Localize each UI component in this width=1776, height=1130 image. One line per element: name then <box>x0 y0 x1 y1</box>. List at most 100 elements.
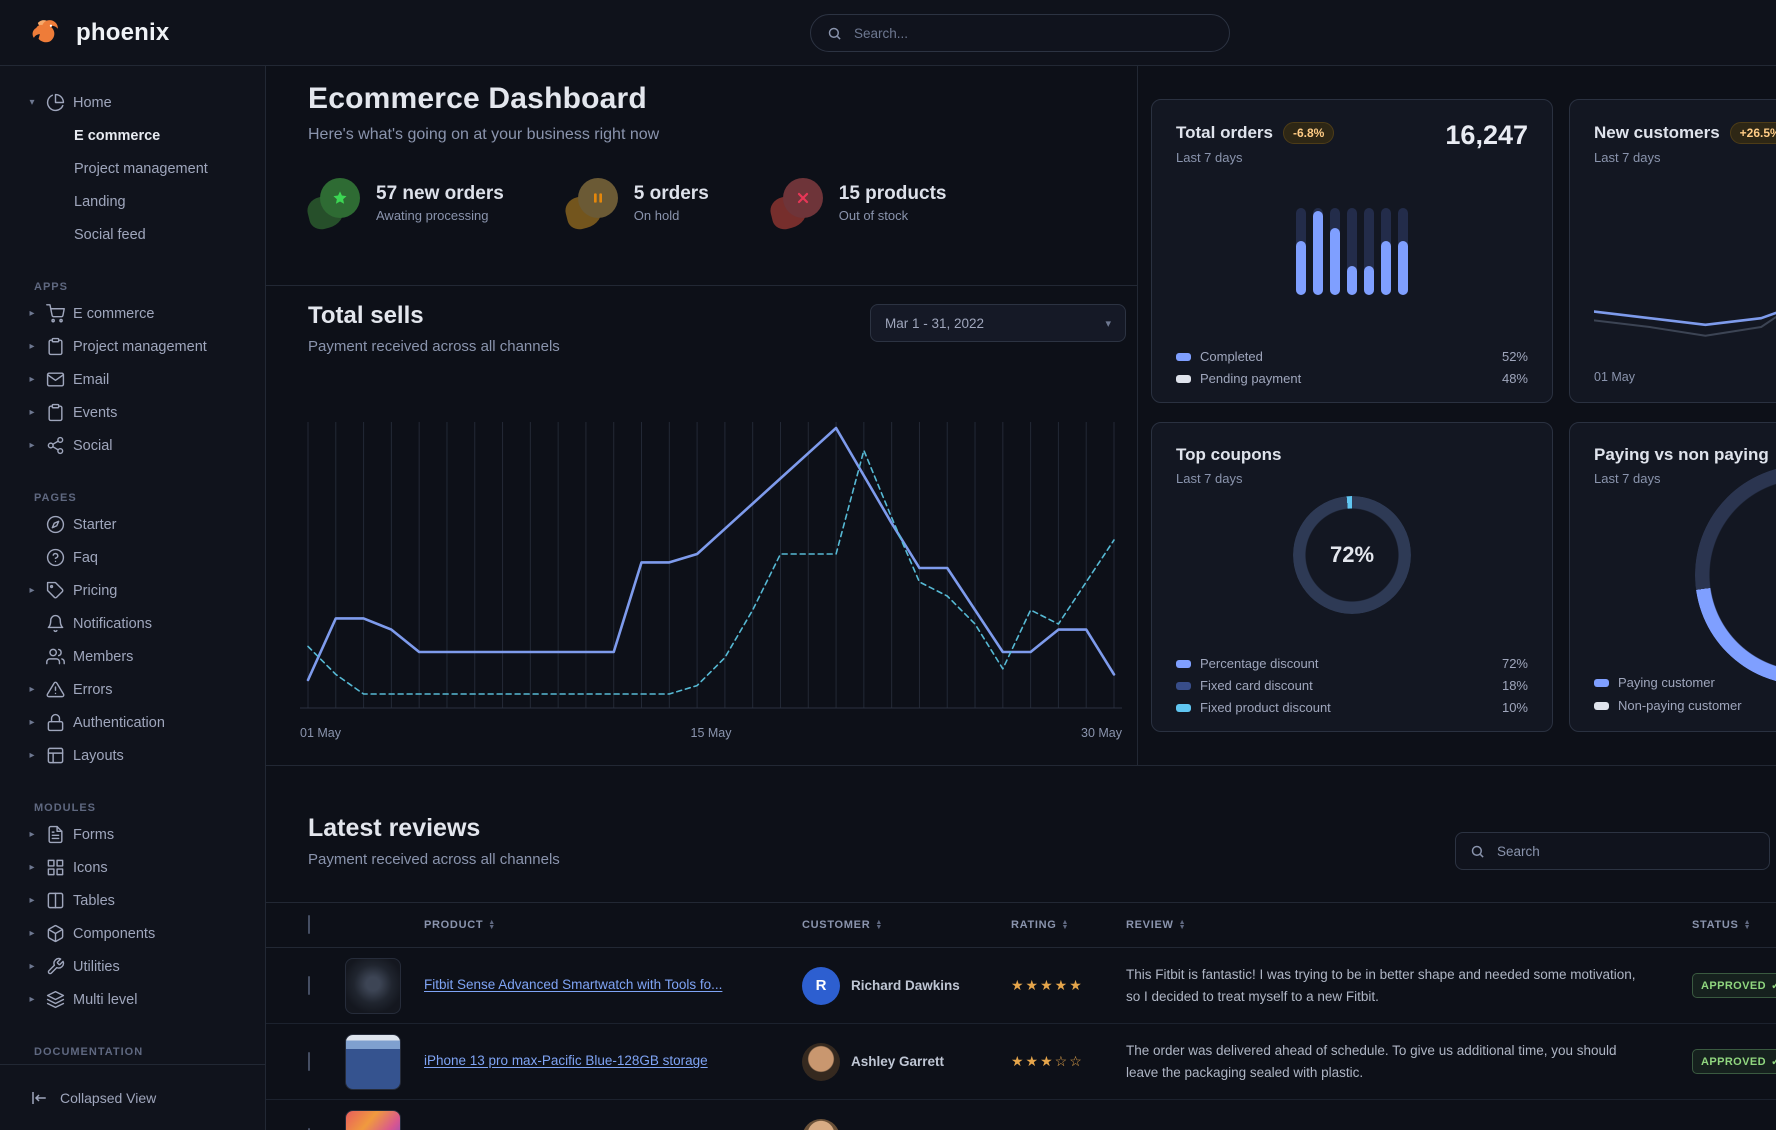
product-thumbnail[interactable] <box>345 1110 401 1130</box>
sidebar-item-tables[interactable]: ▸Tables <box>0 884 265 917</box>
row-checkbox[interactable] <box>308 976 310 995</box>
column-header-product[interactable]: PRODUCT▲▼ <box>424 919 802 931</box>
sidebar-item-components[interactable]: ▸Components <box>0 917 265 950</box>
status-cell: APPROVED ✓ <box>1692 973 1776 998</box>
avatar[interactable] <box>802 1119 840 1130</box>
product-cell: Fitbit Sense Advanced Smartwatch with To… <box>424 976 802 995</box>
pie-chart-icon <box>46 93 65 112</box>
page-subtitle: Here's what's going on at your business … <box>308 126 659 144</box>
search-input[interactable] <box>852 25 1213 42</box>
sidebar-subitem-e-commerce[interactable]: E commerce <box>0 119 265 152</box>
sidebar-item-members[interactable]: Members <box>0 640 265 673</box>
column-header-status[interactable]: STATUS▲▼ <box>1692 919 1776 931</box>
layout-icon <box>46 746 65 765</box>
sidebar-item-pricing[interactable]: ▸Pricing <box>0 574 265 607</box>
grid-icon <box>46 858 65 877</box>
stat-item: 15 productsOut of stock <box>771 178 947 228</box>
sidebar-subitem-landing[interactable]: Landing <box>0 185 265 218</box>
sidebar-item-authentication[interactable]: ▸Authentication <box>0 706 265 739</box>
top-coupons-card: Top coupons Last 7 days 72% Percentage d… <box>1151 422 1553 732</box>
sidebar-item-home[interactable]: ▾Home <box>0 86 265 119</box>
x-axis-label: 30 May <box>1081 726 1122 740</box>
brand-name: phoenix <box>76 19 169 47</box>
sidebar-item-events[interactable]: ▸Events <box>0 396 265 429</box>
total-orders-card: Total orders -6.8% Last 7 days 16,247 Co… <box>1151 99 1553 403</box>
order-bar-completed <box>1296 241 1306 295</box>
sidebar-item-icons[interactable]: ▸Icons <box>0 851 265 884</box>
customer-cell <box>802 1119 1011 1130</box>
sort-icon: ▲▼ <box>488 920 496 930</box>
clipboard-icon <box>46 403 65 422</box>
customer-name: Ashley Garrett <box>851 1054 944 1069</box>
sidebar-item-errors[interactable]: ▸Errors <box>0 673 265 706</box>
top-coupons-legend: Percentage discount72%Fixed card discoun… <box>1176 656 1528 715</box>
order-bar <box>1313 208 1323 295</box>
row-checkbox-cell <box>308 977 345 995</box>
legend-value: 10% <box>1502 700 1528 715</box>
product-thumbnail-cell <box>345 958 424 1014</box>
check-icon: ✓ <box>1771 1055 1776 1068</box>
x-axis-label: 01 May <box>300 726 341 740</box>
reviews-search-input[interactable] <box>1495 843 1755 860</box>
sidebar-item-notifications[interactable]: Notifications <box>0 607 265 640</box>
sidebar-item-e-commerce[interactable]: ▸E commerce <box>0 297 265 330</box>
product-thumbnail[interactable] <box>345 958 401 1014</box>
column-header-customer[interactable]: CUSTOMER▲▼ <box>802 919 1011 931</box>
sidebar-item-label: E commerce <box>73 306 154 322</box>
status-cell: APPROVED ✓ <box>1692 1049 1776 1074</box>
sidebar-item-label: Project management <box>73 339 207 355</box>
paying-title: Paying vs non paying <box>1594 445 1769 465</box>
product-thumbnail[interactable] <box>345 1034 401 1090</box>
avatar[interactable]: R <box>802 967 840 1005</box>
sidebar-subitem-social-feed[interactable]: Social feed <box>0 218 265 251</box>
avatar[interactable] <box>802 1043 840 1081</box>
sort-icon: ▲▼ <box>1062 920 1070 930</box>
table-row: It's a Mac, after all. Once you've gone … <box>266 1100 1776 1130</box>
stat-item: 57 new ordersAwating processing <box>308 178 504 228</box>
product-link[interactable]: Fitbit Sense Advanced Smartwatch with To… <box>424 977 748 992</box>
date-range-select[interactable]: Mar 1 - 31, 2022 ▾ <box>870 304 1126 342</box>
order-bar-completed <box>1398 241 1408 295</box>
caret-down-icon: ▾ <box>26 97 38 108</box>
sidebar-item-multi-level[interactable]: ▸Multi level <box>0 983 265 1016</box>
chevron-down-icon: ▾ <box>1105 317 1111 330</box>
legend-swatch <box>1176 660 1191 668</box>
bell-icon <box>46 614 65 633</box>
sidebar-item-layouts[interactable]: ▸Layouts <box>0 739 265 772</box>
total-sells-section: Total sells Payment received across all … <box>266 285 1137 765</box>
sidebar-item-label: Forms <box>73 827 114 843</box>
sidebar-item-project-management[interactable]: ▸Project management <box>0 330 265 363</box>
sidebar-item-social[interactable]: ▸Social <box>0 429 265 462</box>
dashboard-left-panel: Ecommerce Dashboard Here's what's going … <box>266 66 1138 765</box>
sidebar-subitem-project-management[interactable]: Project management <box>0 152 265 185</box>
row-checkbox[interactable] <box>308 1052 310 1071</box>
sidebar-item-email[interactable]: ▸Email <box>0 363 265 396</box>
reviews-search[interactable] <box>1455 832 1770 870</box>
collapse-sidebar-button[interactable]: Collapsed View <box>0 1064 265 1130</box>
product-thumbnail-cell <box>345 1034 424 1090</box>
sidebar-item-forms[interactable]: ▸Forms <box>0 818 265 851</box>
sidebar-item-faq[interactable]: Faq <box>0 541 265 574</box>
stat-text: 57 new ordersAwating processing <box>376 183 504 223</box>
stat-text: 5 ordersOn hold <box>634 183 709 223</box>
sidebar-item-utilities[interactable]: ▸Utilities <box>0 950 265 983</box>
stat-circle <box>783 178 823 218</box>
column-header-review[interactable]: REVIEW▲▼ <box>1126 919 1692 931</box>
legend-swatch <box>1176 682 1191 690</box>
stat-caption: On hold <box>634 208 709 223</box>
product-link[interactable]: iPhone 13 pro max-Pacific Blue-128GB sto… <box>424 1053 734 1068</box>
stat-text: 15 productsOut of stock <box>839 183 947 223</box>
sidebar: ▾HomeE commerceProject managementLanding… <box>0 66 266 1130</box>
select-all-checkbox[interactable] <box>308 915 310 934</box>
star-icon <box>308 178 362 228</box>
legend-label: Completed <box>1200 349 1263 364</box>
sidebar-item-label: Multi level <box>73 992 137 1008</box>
stat-value: 57 new orders <box>376 183 504 205</box>
sidebar-item-starter[interactable]: Starter <box>0 508 265 541</box>
legend-swatch <box>1176 353 1191 361</box>
order-bar <box>1398 208 1408 295</box>
clipboard-icon <box>46 337 65 356</box>
brand-logo[interactable]: phoenix <box>0 15 169 51</box>
column-header-rating[interactable]: RATING▲▼ <box>1011 919 1126 931</box>
global-search[interactable] <box>810 14 1230 52</box>
